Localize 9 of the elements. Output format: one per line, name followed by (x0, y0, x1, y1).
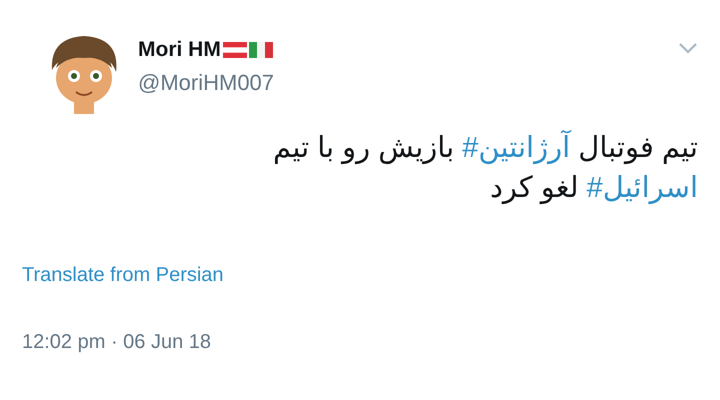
striped-flag-icon (222, 42, 247, 58)
translate-link[interactable]: Translate from Persian (22, 264, 224, 287)
tricolor-flag-icon (248, 42, 273, 58)
timestamp: 12:02 pm · 06 Jun 18 (22, 331, 212, 354)
tweet-text: تیم فوتبال #آرژانتین بازیش رو با تیم #اسرائیل لغو کرد (22, 128, 698, 208)
hashtag-link[interactable]: #آرژانتین (462, 132, 570, 164)
user-name[interactable]: Mori HM (138, 38, 221, 62)
hashtag-link[interactable]: #اسرائیل (586, 172, 698, 204)
user-handle[interactable]: @MoriHM007 (138, 70, 678, 96)
